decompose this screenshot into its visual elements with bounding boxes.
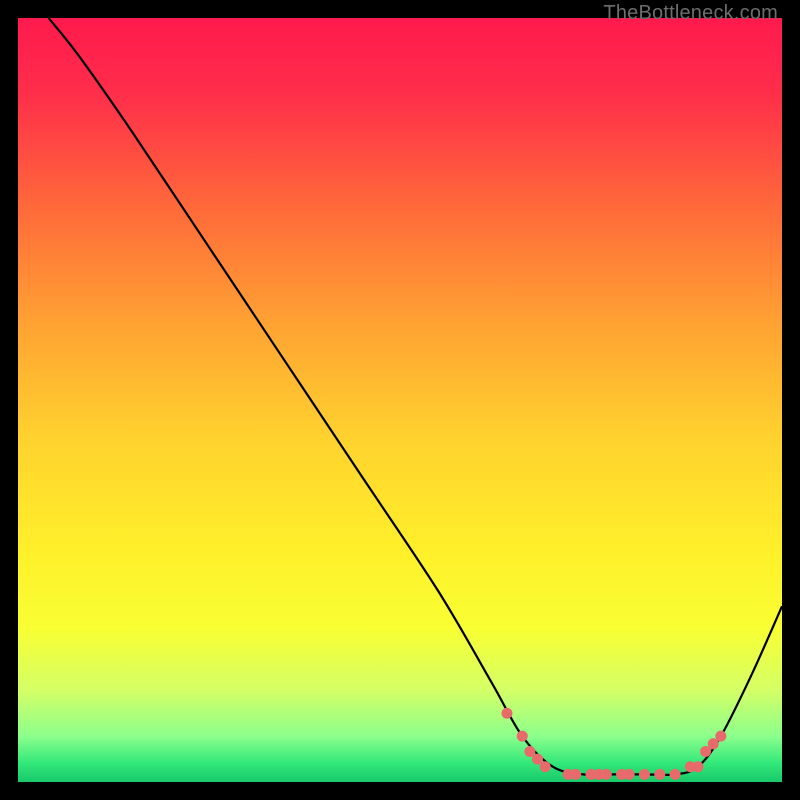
data-marker	[654, 769, 665, 780]
data-marker	[639, 769, 650, 780]
data-marker	[624, 769, 635, 780]
data-marker	[601, 769, 612, 780]
data-marker	[692, 761, 703, 772]
data-marker	[517, 731, 528, 742]
data-marker	[540, 761, 551, 772]
data-marker	[501, 708, 512, 719]
data-marker	[570, 769, 581, 780]
chart-frame	[18, 18, 782, 782]
data-marker	[670, 769, 681, 780]
chart-svg	[18, 18, 782, 782]
data-marker	[715, 731, 726, 742]
watermark-text: TheBottleneck.com	[603, 2, 778, 25]
